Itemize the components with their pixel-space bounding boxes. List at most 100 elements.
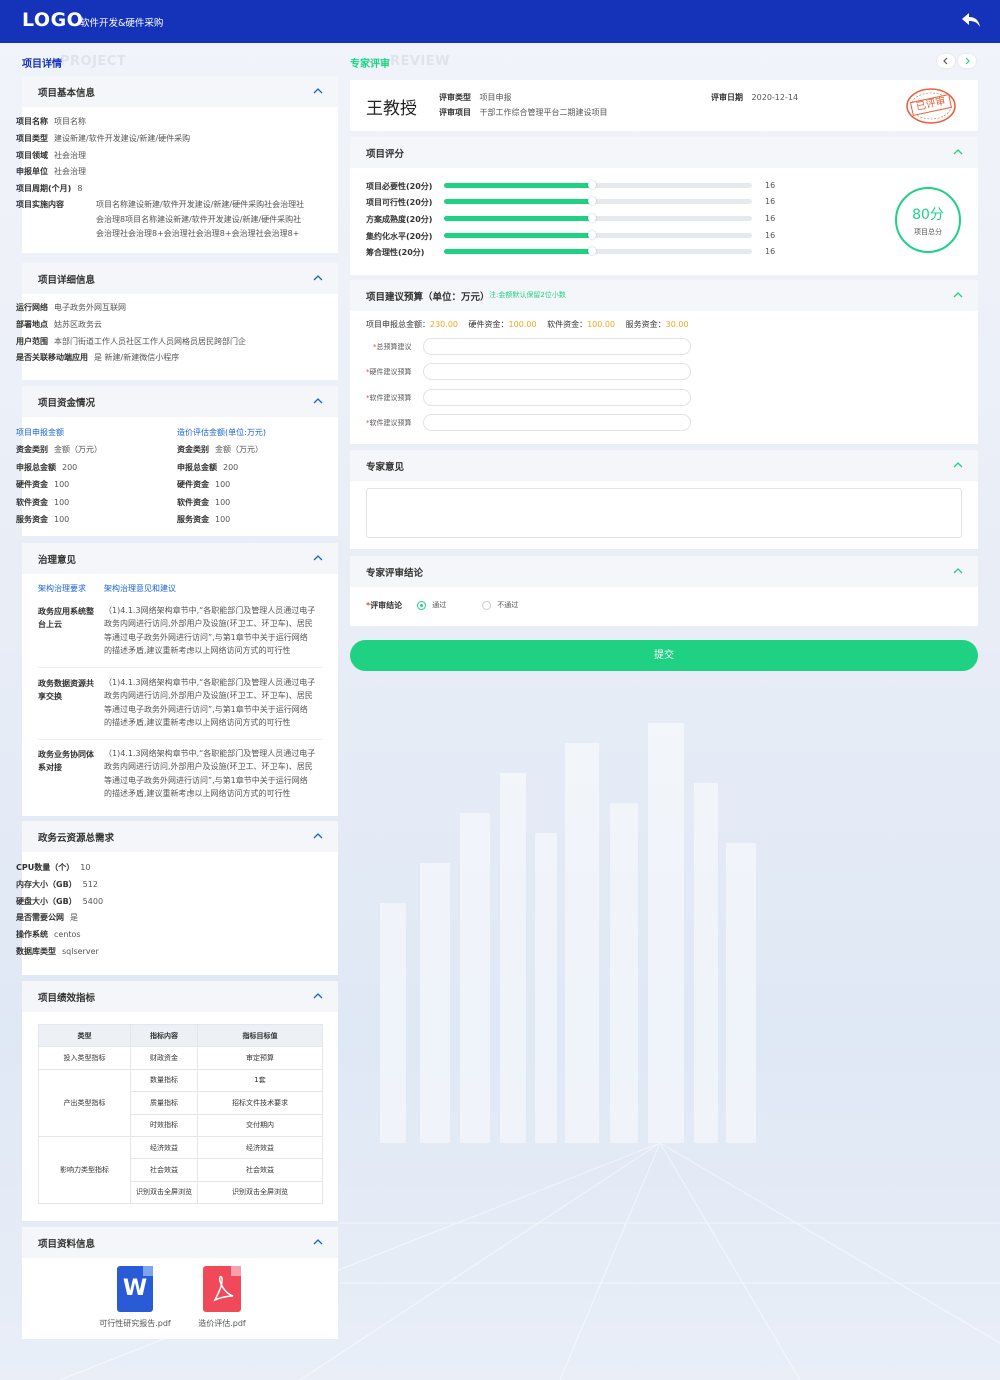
table-cell: 经济效益 bbox=[197, 1135, 323, 1160]
chevron-up-icon[interactable] bbox=[312, 830, 324, 842]
chevron-up-icon[interactable] bbox=[312, 85, 324, 97]
card-title: 项目绩效指标 bbox=[38, 993, 96, 1004]
card-header[interactable]: 项目建议预算（单位：万元） 注:金额默认保留2位小数 bbox=[350, 280, 978, 311]
score-slider[interactable] bbox=[444, 181, 752, 189]
radio-pass[interactable]: 通过 bbox=[417, 600, 446, 610]
info-row: 硬件资金 100 bbox=[177, 476, 266, 493]
score-value: 16 bbox=[765, 181, 776, 190]
info-value: 100 bbox=[54, 515, 70, 525]
total-budget-input[interactable] bbox=[423, 338, 691, 355]
card-header[interactable]: 治理意见 bbox=[22, 543, 338, 574]
software-budget-input[interactable] bbox=[423, 389, 691, 406]
budget-field-label: *硬件建议预算 bbox=[366, 368, 412, 376]
chevron-up-icon[interactable] bbox=[952, 565, 964, 577]
back-arrow-icon[interactable] bbox=[960, 10, 982, 30]
budget-summary: 项目申报总金额：230.00 硬件资金：100.00 软件资金：100.00 服… bbox=[366, 319, 689, 330]
hardware-budget-input[interactable] bbox=[423, 363, 691, 380]
table-cell: 审定预算 bbox=[197, 1046, 323, 1070]
tab-governance-requirements[interactable]: 架构治理要求 bbox=[38, 581, 86, 598]
chevron-up-icon[interactable] bbox=[312, 552, 324, 564]
table-cell: 识别双击全屏浏览 bbox=[197, 1180, 323, 1205]
word-file-icon: W bbox=[117, 1266, 153, 1312]
conclusion-label: *评审结论 bbox=[366, 601, 403, 610]
section-bg-text-review: REVIEW bbox=[390, 54, 451, 69]
slider-handle[interactable] bbox=[588, 247, 596, 255]
file-word[interactable]: W 可行性研究报告.pdf bbox=[98, 1266, 172, 1329]
info-key: 硬件资金 bbox=[16, 480, 48, 490]
card-header[interactable]: 专家意见 bbox=[350, 450, 978, 481]
expert-opinion-textarea[interactable] bbox=[366, 488, 962, 538]
card-header[interactable]: 项目评分 bbox=[350, 137, 978, 168]
governance-item-text: （1)4.1.3网络架构章节中,“各职能部门及管理人员通过电子 政务内网进行访问… bbox=[104, 604, 315, 658]
info-row: 数据库类型 sqlserver bbox=[16, 944, 103, 961]
next-button[interactable] bbox=[958, 54, 976, 68]
text-line: （1)4.1.3网络架构章节中,“各职能部门及管理人员通过电子 bbox=[104, 749, 316, 758]
file-pdf[interactable]: 造价评估.pdf bbox=[190, 1266, 254, 1329]
chevron-up-icon[interactable] bbox=[952, 289, 964, 301]
slider-handle[interactable] bbox=[588, 181, 596, 189]
governance-item-key: 政务业务协同体系对接 bbox=[38, 750, 94, 773]
info-value: 100 bbox=[215, 497, 231, 507]
info-value: 100 bbox=[215, 480, 231, 490]
info-value: 10 bbox=[80, 863, 91, 872]
slider-handle[interactable] bbox=[588, 214, 596, 222]
table-cell: 招标文件技术要求 bbox=[197, 1091, 323, 1115]
slider-handle[interactable] bbox=[588, 197, 596, 205]
score-slider[interactable] bbox=[444, 197, 752, 205]
card-header[interactable]: 项目资料信息 bbox=[22, 1227, 338, 1258]
info-value: 2020-12-14 bbox=[751, 93, 799, 102]
chevron-right-icon bbox=[965, 57, 970, 65]
chevron-up-icon[interactable] bbox=[952, 459, 964, 471]
radio-fail[interactable]: 不通过 bbox=[482, 600, 518, 610]
acrobat-icon bbox=[213, 1275, 234, 1302]
score-slider[interactable] bbox=[444, 231, 752, 239]
chevron-up-icon[interactable] bbox=[312, 272, 324, 284]
chevron-up-icon[interactable] bbox=[312, 395, 324, 407]
review-date-row: 评审日期 2020-12-14 bbox=[711, 92, 798, 103]
info-row: 操作系统 centos bbox=[16, 927, 103, 944]
total-score-value: 80分 bbox=[912, 207, 944, 223]
text-line: 的描述矛盾,建议重新考虑以上网络访问方式的可行性 bbox=[104, 789, 291, 799]
info-row: 服务资金 100 bbox=[177, 511, 266, 528]
chevron-up-icon[interactable] bbox=[312, 1236, 324, 1248]
score-value: 16 bbox=[765, 197, 776, 206]
info-key: 内存大小（GB） bbox=[16, 879, 77, 889]
card-header[interactable]: 项目详细信息 bbox=[22, 263, 338, 294]
info-key: 申报总金额 bbox=[16, 462, 56, 472]
table-cell: 交付期内 bbox=[197, 1113, 323, 1137]
info-key: 硬件资金 bbox=[177, 480, 209, 490]
score-fill bbox=[444, 233, 592, 238]
card-title: 项目评分 bbox=[366, 149, 405, 160]
card-header[interactable]: 项目基本信息 bbox=[22, 76, 338, 107]
service-budget-input[interactable] bbox=[423, 414, 691, 431]
table-cell: 1套 bbox=[197, 1068, 323, 1093]
tab-governance-suggestions[interactable]: 架构治理意见和建议 bbox=[104, 581, 176, 598]
governance-item-text: （1)4.1.3网络架构章节中,“各职能部门及管理人员通过电子 政务内网进行访问… bbox=[104, 747, 315, 801]
chevron-up-icon[interactable] bbox=[312, 990, 324, 1002]
card-header[interactable]: 专家评审结论 bbox=[350, 556, 978, 587]
score-fill bbox=[444, 249, 592, 254]
card-header[interactable]: 政务云资源总需求 bbox=[22, 821, 338, 852]
card-header[interactable]: 项目资金情况 bbox=[22, 386, 338, 417]
top-header: LOGO 软件开发&硬件采购 bbox=[0, 0, 1000, 43]
info-value-content: 项目名称建设新建/软件开发建设/新建/硬件采购社会治理社 会治理8项目名称建设新… bbox=[96, 198, 304, 242]
funds-assessed-heading: 造价评估金额(单位:万元) bbox=[177, 428, 266, 437]
info-row: CPU数量（个） 10 bbox=[16, 860, 103, 877]
label-text: 软件建议预算 bbox=[369, 419, 412, 427]
info-value: 100 bbox=[54, 497, 70, 507]
card-title: 项目详细信息 bbox=[38, 275, 96, 286]
score-slider[interactable] bbox=[444, 247, 752, 255]
card-header[interactable]: 项目绩效指标 bbox=[22, 981, 338, 1012]
performance-table: 类型 指标内容 指标目标值 投入类型指标 财政资金 审定预算 产出类型指标 数量… bbox=[38, 1023, 323, 1205]
slider-handle[interactable] bbox=[588, 231, 596, 239]
text-line: （1)4.1.3网络架构章节中,“各职能部门及管理人员通过电子 bbox=[104, 678, 316, 687]
submit-button[interactable]: 提交 bbox=[350, 640, 978, 671]
label-text: 评审结论 bbox=[370, 601, 403, 610]
chevron-up-icon[interactable] bbox=[952, 146, 964, 158]
reviewed-stamp: 已评审 bbox=[905, 86, 957, 126]
card-title: 治理意见 bbox=[38, 555, 77, 566]
content-line: 会治理8项目名称建设新建/软件开发建设/新建/硬件采购社 bbox=[96, 214, 302, 224]
prev-button[interactable] bbox=[937, 54, 955, 68]
score-slider[interactable] bbox=[444, 214, 752, 222]
card-opinion: 专家意见 bbox=[350, 450, 978, 549]
